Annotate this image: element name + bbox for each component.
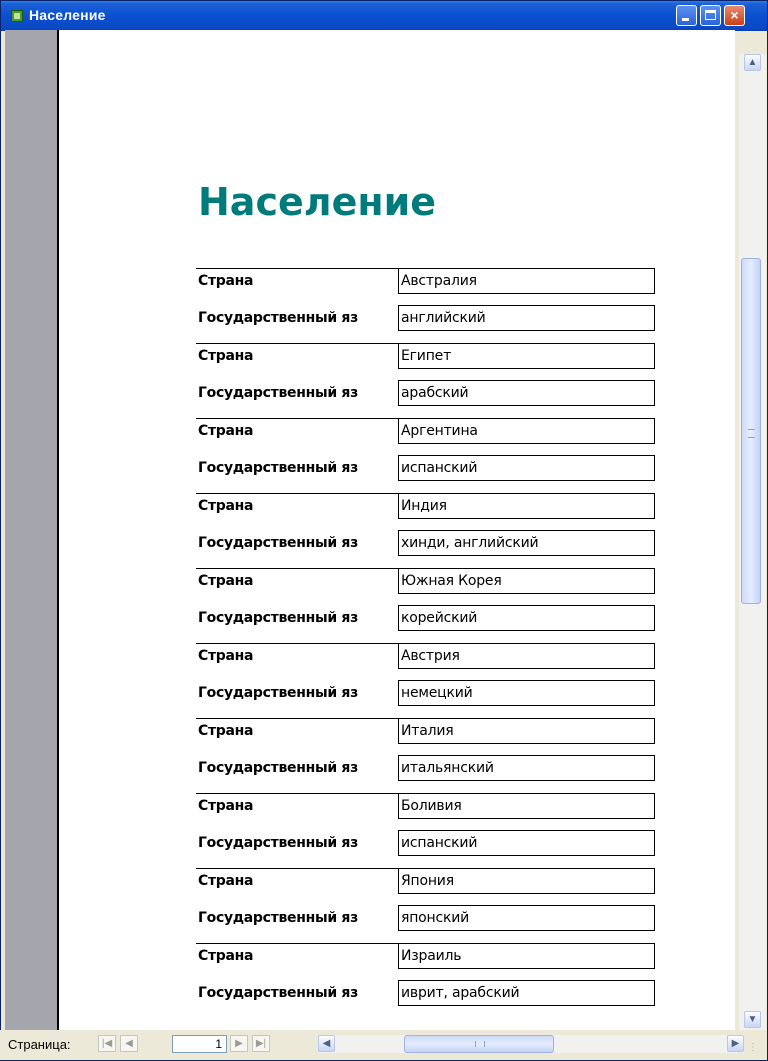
country-label: Страна	[198, 573, 254, 589]
country-field: Италия	[398, 718, 655, 744]
country-field: Боливия	[398, 793, 655, 819]
language-field: корейский	[398, 605, 655, 631]
country-label: Страна	[198, 273, 254, 289]
first-page-icon: |◀	[101, 1038, 113, 1049]
arrow-left-icon: ◀	[322, 1038, 331, 1049]
maximize-icon	[705, 10, 716, 20]
arrow-down-icon: ▼	[747, 1014, 758, 1025]
language-field: английский	[398, 305, 655, 331]
country-field: Индия	[398, 493, 655, 519]
page-gutter	[5, 30, 57, 1030]
country-field: Австрия	[398, 643, 655, 669]
language-label: Государственный яз	[198, 535, 358, 551]
language-label: Государственный яз	[198, 610, 358, 626]
language-label: Государственный яз	[198, 385, 358, 401]
country-label: Страна	[198, 873, 254, 889]
record-separator	[196, 493, 398, 494]
record-separator	[196, 643, 398, 644]
language-label: Государственный яз	[198, 985, 358, 1001]
last-page-button[interactable]: ▶|	[252, 1035, 270, 1052]
country-label: Страна	[198, 348, 254, 364]
language-field: итальянский	[398, 755, 655, 781]
close-button[interactable]: ×	[724, 5, 745, 26]
country-field: Австралия	[398, 268, 655, 294]
country-label: Страна	[198, 948, 254, 964]
language-field: японский	[398, 905, 655, 931]
language-label: Государственный яз	[198, 760, 358, 776]
country-field: Египет	[398, 343, 655, 369]
record-separator	[196, 343, 398, 344]
country-label: Страна	[198, 498, 254, 514]
first-page-button[interactable]: |◀	[98, 1035, 116, 1052]
title-bar[interactable]: Население ×	[1, 1, 767, 31]
language-label: Государственный яз	[198, 310, 358, 326]
language-label: Государственный яз	[198, 685, 358, 701]
language-field: испанский	[398, 455, 655, 481]
horizontal-scroll-thumb[interactable]	[404, 1035, 554, 1053]
country-label: Страна	[198, 423, 254, 439]
scroll-left-button[interactable]: ◀	[318, 1035, 335, 1052]
resize-grip-icon[interactable]: ⋮	[748, 1042, 762, 1056]
navigation-bar: Страница: |◀ ◀ 1 ▶ ▶| ◀ ▶ ⋮	[0, 1030, 766, 1060]
arrow-up-icon: ▲	[747, 57, 758, 68]
next-page-icon: ▶	[235, 1038, 243, 1049]
country-field: Израиль	[398, 943, 655, 969]
window-title: Население	[29, 7, 106, 23]
close-icon: ×	[730, 7, 739, 23]
language-field: испанский	[398, 830, 655, 856]
vertical-scroll-thumb[interactable]	[741, 258, 761, 604]
record-separator	[196, 868, 398, 869]
minimize-button[interactable]	[676, 5, 697, 26]
record-separator	[196, 793, 398, 794]
scroll-down-button[interactable]: ▼	[744, 1011, 761, 1028]
language-field: хинди, английский	[398, 530, 655, 556]
minimize-icon	[682, 18, 689, 21]
language-field: немецкий	[398, 680, 655, 706]
page-number-input[interactable]: 1	[172, 1035, 227, 1053]
country-label: Страна	[198, 798, 254, 814]
scroll-right-button[interactable]: ▶	[727, 1035, 744, 1052]
country-field: Аргентина	[398, 418, 655, 444]
report-title: Население	[198, 180, 437, 224]
language-field: арабский	[398, 380, 655, 406]
country-field: Япония	[398, 868, 655, 894]
language-field: иврит, арабский	[398, 980, 655, 1006]
record-separator	[196, 268, 398, 269]
country-label: Страна	[198, 648, 254, 664]
scroll-up-button[interactable]: ▲	[744, 54, 761, 71]
record-separator	[196, 568, 398, 569]
report-icon	[11, 10, 23, 22]
language-label: Государственный яз	[198, 910, 358, 926]
page-label: Страница:	[8, 1037, 71, 1052]
next-page-button[interactable]: ▶	[230, 1035, 248, 1052]
last-page-icon: ▶|	[255, 1038, 267, 1049]
country-label: Страна	[198, 723, 254, 739]
prev-page-icon: ◀	[125, 1038, 133, 1049]
record-separator	[196, 718, 398, 719]
grip-icon	[475, 1041, 485, 1047]
prev-page-button[interactable]: ◀	[120, 1035, 138, 1052]
record-separator	[196, 943, 398, 944]
grip-icon	[748, 429, 755, 438]
arrow-right-icon: ▶	[731, 1038, 740, 1049]
country-field: Южная Корея	[398, 568, 655, 594]
language-label: Государственный яз	[198, 460, 358, 476]
maximize-button[interactable]	[700, 5, 721, 26]
language-label: Государственный яз	[198, 835, 358, 851]
record-separator	[196, 418, 398, 419]
